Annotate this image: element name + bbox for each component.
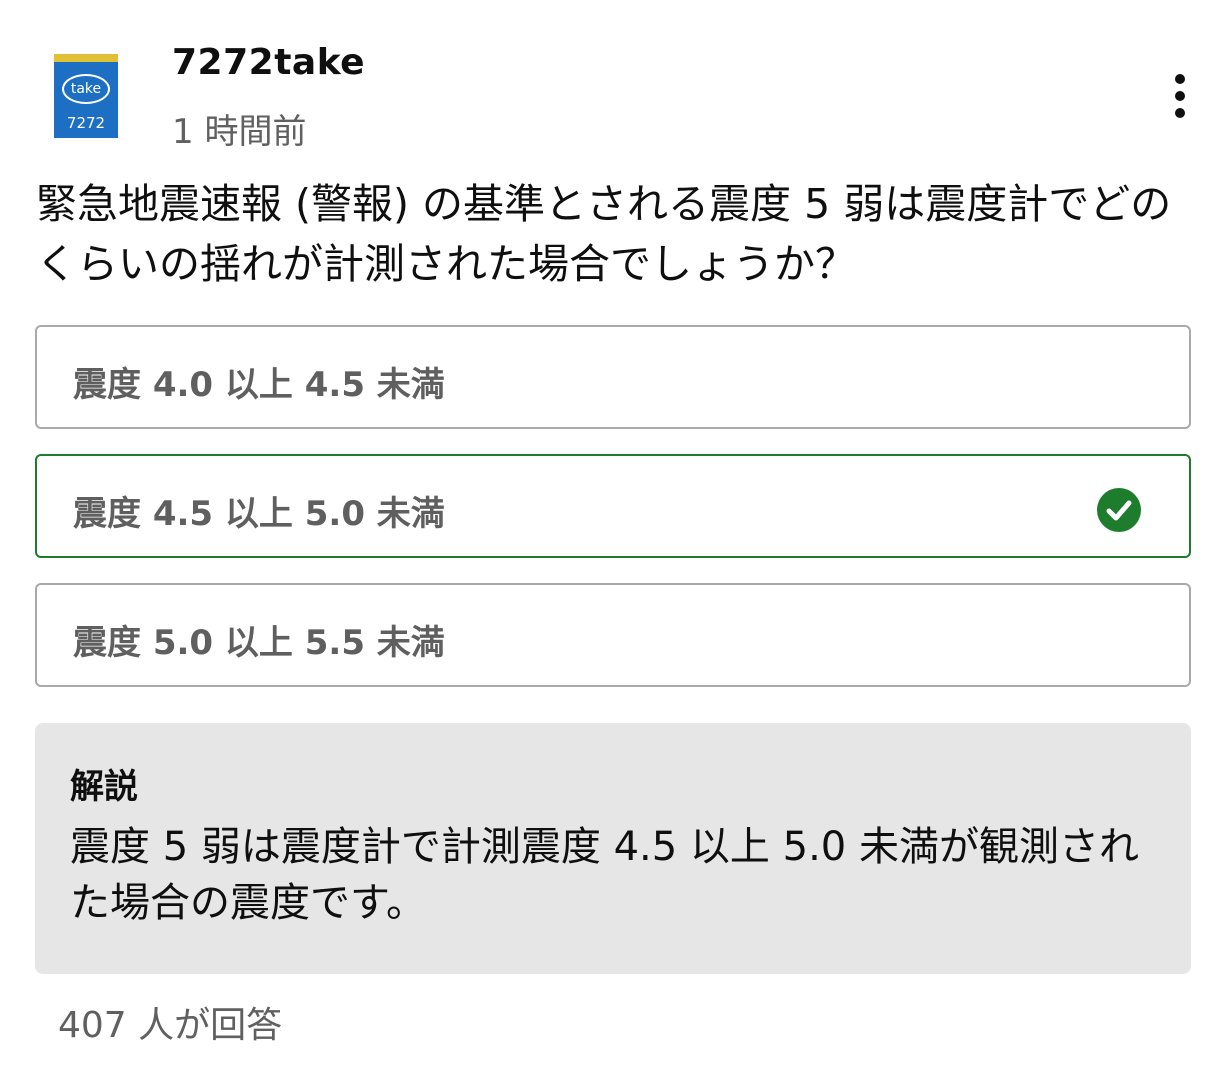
avatar-logo-number: 7272: [66, 114, 106, 132]
quiz-question: 緊急地震速報 (警報) の基準とされる震度 5 弱は震度計でどのくらいの揺れが計…: [36, 180, 1172, 288]
quiz-option-3[interactable]: 震度 5.0 以上 5.5 未満: [35, 583, 1191, 687]
answer-count: 407 人が回答: [58, 1005, 283, 1046]
post-timestamp: 1 時間前: [172, 112, 307, 152]
explanation-body: 震度 5 弱は震度計で計測震度 4.5 以上 5.0 未満が観測された場合の震度…: [70, 824, 1139, 926]
quiz-option-1[interactable]: 震度 4.0 以上 4.5 未満: [35, 325, 1191, 429]
option-label: 震度 4.0 以上 4.5 未満: [73, 365, 445, 405]
more-dot: [1175, 91, 1185, 101]
more-dot: [1175, 108, 1185, 118]
more-dot: [1175, 74, 1185, 84]
post-header: take 7272 7272take 1 時間前: [0, 0, 1227, 170]
quiz-option-2[interactable]: 震度 4.5 以上 5.0 未満: [35, 454, 1191, 558]
option-label: 震度 4.5 以上 5.0 未満: [73, 494, 445, 534]
channel-name[interactable]: 7272take: [172, 42, 365, 83]
explanation-box: 解説 震度 5 弱は震度計で計測震度 4.5 以上 5.0 未満が観測された場合…: [35, 723, 1191, 974]
option-label: 震度 5.0 以上 5.5 未満: [73, 623, 445, 663]
more-options-icon[interactable]: [1160, 70, 1200, 122]
quiz-post: take 7272 7272take 1 時間前 緊急地震速報 (警報) の基準…: [0, 0, 1227, 1080]
avatar-logo-text: take: [62, 74, 110, 104]
channel-avatar[interactable]: take 7272: [54, 54, 118, 138]
check-circle-icon: [1097, 488, 1141, 532]
explanation-title: 解説: [70, 767, 138, 807]
